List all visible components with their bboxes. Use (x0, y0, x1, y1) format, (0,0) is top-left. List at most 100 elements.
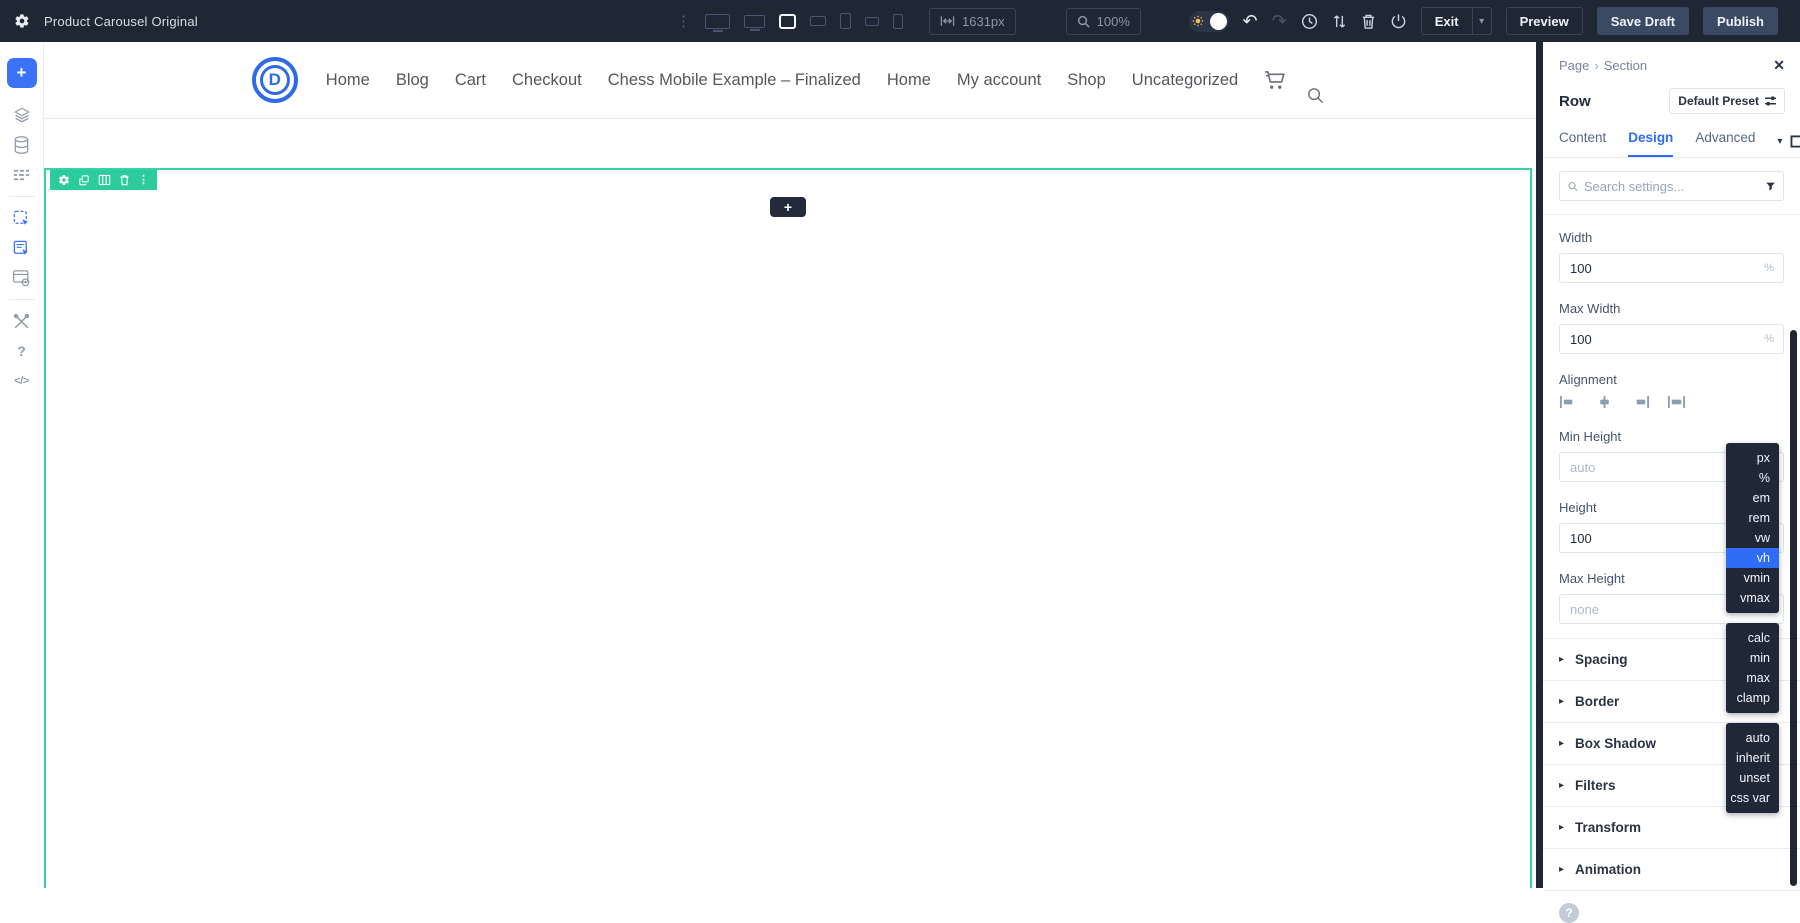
nav-item[interactable]: Checkout (512, 71, 582, 90)
align-right-icon[interactable] (1631, 395, 1650, 409)
columns-icon[interactable] (98, 174, 111, 186)
undo-icon[interactable]: ↶ (1243, 12, 1258, 30)
add-element-button[interactable]: + (6, 58, 37, 88)
frame-toggle-icon[interactable] (1790, 135, 1800, 148)
max-width-unit[interactable]: % (1764, 333, 1783, 345)
exit-button[interactable]: Exit ▾ (1420, 7, 1492, 35)
section-settings-gear-icon[interactable] (58, 174, 70, 186)
help-button[interactable]: ? (1559, 903, 1579, 923)
breakpoint-phone-small-icon[interactable] (893, 13, 903, 29)
unit-option[interactable]: max (1726, 668, 1779, 688)
redo-icon[interactable]: ↷ (1272, 12, 1287, 30)
more-options-icon[interactable]: ⋮ (138, 174, 149, 186)
tools-icon[interactable] (0, 306, 44, 336)
unit-option[interactable]: px (1726, 448, 1779, 468)
toggle-knob (1209, 12, 1227, 30)
add-block-button[interactable]: + (770, 197, 806, 217)
filter-funnel-icon[interactable] (1766, 181, 1775, 192)
breadcrumb-parent[interactable]: Page (1559, 58, 1589, 73)
nav-item[interactable]: Uncategorized (1132, 71, 1238, 90)
breakpoint-desktop-xl-icon[interactable] (705, 13, 730, 29)
database-icon[interactable] (0, 130, 44, 160)
delete-trash-icon[interactable] (119, 174, 130, 186)
power-icon[interactable] (1390, 13, 1407, 30)
breakpoint-tablet-landscape-icon[interactable] (779, 13, 796, 29)
search-icon[interactable] (1307, 87, 1324, 104)
nav-item[interactable]: My account (957, 71, 1041, 90)
align-stretch-icon[interactable] (1667, 395, 1686, 409)
select-element-mode-icon[interactable] (0, 233, 44, 263)
selected-section-outline[interactable]: ⋮ + (44, 168, 1532, 888)
code-icon[interactable]: </> (0, 366, 44, 396)
section-animation[interactable]: ▸ Animation (1543, 849, 1800, 891)
unit-option[interactable]: vw (1726, 528, 1779, 548)
nav-item[interactable]: Home (326, 71, 370, 90)
unit-option[interactable]: clamp (1726, 688, 1779, 708)
sidebar-divider (8, 299, 35, 300)
zoom-magnifier-icon (1077, 15, 1090, 28)
unit-option[interactable]: unset (1726, 768, 1779, 788)
nav-item[interactable]: Chess Mobile Example – Finalized (608, 71, 861, 90)
site-logo[interactable]: D (251, 57, 298, 103)
expand-arrow-icon: ▸ (1559, 738, 1565, 749)
width-unit[interactable]: % (1764, 262, 1783, 274)
align-left-icon[interactable] (1559, 395, 1578, 409)
theme-toggle[interactable] (1188, 10, 1229, 32)
unit-option[interactable]: inherit (1726, 748, 1779, 768)
unit-option[interactable]: auto (1726, 728, 1779, 748)
unit-option[interactable]: css var (1726, 788, 1779, 808)
zoom-control[interactable]: 100% (1065, 7, 1141, 35)
max-width-input[interactable] (1560, 331, 1765, 347)
tab-design[interactable]: Design (1628, 130, 1674, 157)
default-preset-button[interactable]: Default Preset (1669, 88, 1785, 114)
select-section-mode-icon[interactable] (0, 203, 44, 233)
preview-button[interactable]: Preview (1505, 7, 1583, 35)
panel-scrollbar[interactable] (1790, 330, 1797, 886)
site-header: D Home Blog Cart Checkout Chess Mobile E… (44, 42, 1536, 119)
unit-option[interactable]: % (1726, 468, 1779, 488)
structure-list-icon[interactable] (0, 160, 44, 190)
sun-icon (1192, 15, 1204, 27)
nav-item[interactable]: Home (887, 71, 931, 90)
global-blocks-icon[interactable] (0, 263, 44, 293)
unit-option[interactable]: vmin (1726, 568, 1779, 588)
save-draft-button[interactable]: Save Draft (1596, 7, 1690, 35)
breakpoint-desktop-icon[interactable] (744, 14, 765, 28)
unit-option[interactable]: em (1726, 488, 1779, 508)
width-input[interactable] (1560, 260, 1765, 276)
settings-search[interactable] (1559, 171, 1784, 201)
help-icon[interactable]: ? (0, 336, 44, 366)
tabs-caret-icon[interactable]: ▾ (1777, 136, 1782, 147)
cart-icon[interactable] (1264, 70, 1286, 90)
layers-icon[interactable] (0, 100, 44, 130)
breadcrumb-current[interactable]: Section (1604, 58, 1647, 73)
viewport-width-control[interactable]: 1631px (929, 7, 1016, 35)
unit-option[interactable]: min (1726, 648, 1779, 668)
drag-handle-icon[interactable]: ⋮ (676, 14, 691, 29)
breakpoint-phone-landscape-icon[interactable] (865, 16, 879, 26)
settings-gear-icon[interactable] (14, 13, 30, 29)
nav-item[interactable]: Blog (396, 71, 429, 90)
breakpoint-phone-portrait-icon[interactable] (840, 13, 851, 29)
publish-button[interactable]: Publish (1703, 7, 1778, 35)
duplicate-icon[interactable] (78, 174, 90, 186)
nav-item[interactable]: Cart (455, 71, 486, 90)
close-panel-icon[interactable]: ✕ (1773, 57, 1785, 74)
breakpoint-tablet-icon[interactable] (810, 16, 826, 26)
search-icon (1568, 181, 1578, 191)
expand-arrow-icon: ▸ (1559, 654, 1565, 665)
trash-icon[interactable] (1361, 13, 1376, 30)
unit-option[interactable]: calc (1726, 628, 1779, 648)
settings-search-input[interactable] (1583, 178, 1760, 194)
unit-option[interactable]: vmax (1726, 588, 1779, 608)
align-center-icon[interactable] (1595, 395, 1614, 409)
unit-option[interactable]: rem (1726, 508, 1779, 528)
unit-option[interactable]: vh (1726, 548, 1779, 568)
tab-content[interactable]: Content (1559, 130, 1606, 157)
nav-item[interactable]: Shop (1067, 71, 1106, 90)
import-export-icon[interactable] (1332, 13, 1347, 30)
alignment-options (1559, 395, 1784, 409)
history-clock-icon[interactable] (1301, 13, 1318, 30)
exit-caret-icon[interactable]: ▾ (1471, 8, 1491, 34)
tab-advanced[interactable]: Advanced (1695, 130, 1755, 157)
